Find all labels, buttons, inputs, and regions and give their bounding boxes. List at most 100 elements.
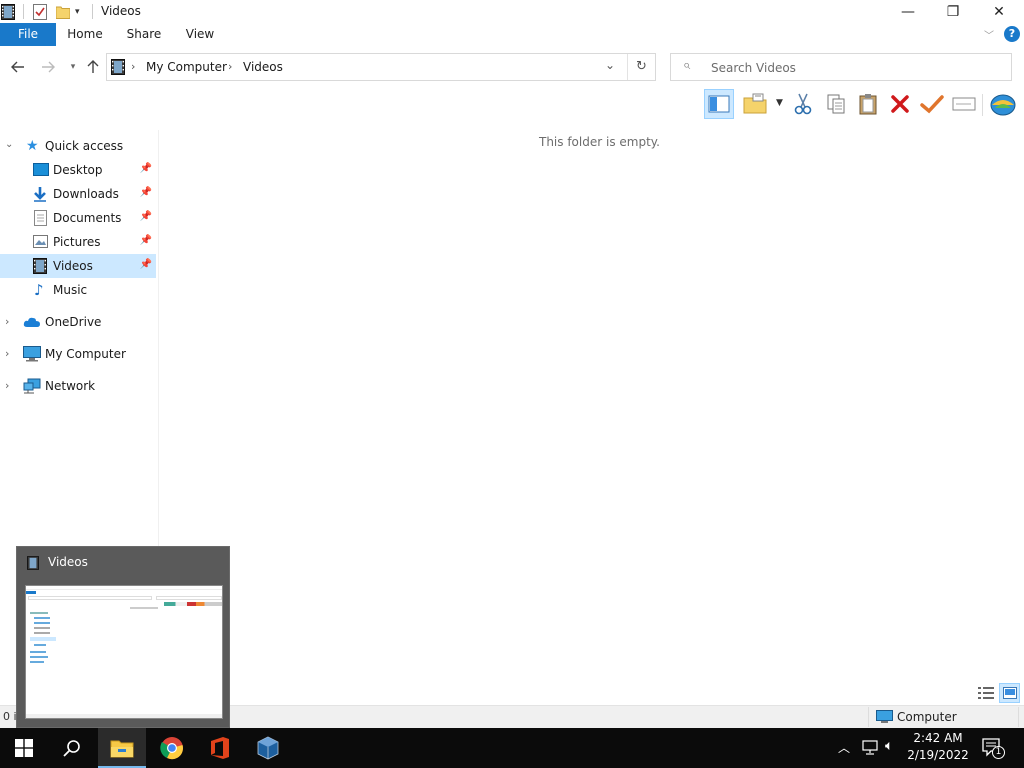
pin-icon[interactable]: 📌: [140, 259, 152, 270]
volume-icon[interactable]: 🔈︎: [885, 738, 893, 754]
address-dropdown-icon[interactable]: ⌄: [605, 58, 615, 72]
nav-item-downloads[interactable]: Downloads 📌: [0, 182, 156, 206]
tab-view[interactable]: View: [180, 23, 220, 46]
apply-button[interactable]: [917, 89, 947, 119]
chevron-up-icon[interactable]: ︿: [838, 739, 850, 756]
details-view-icon: [978, 687, 994, 699]
nav-quick-access[interactable]: ⌄ ★ Quick access: [0, 134, 156, 158]
rename-button[interactable]: [949, 89, 979, 119]
divider: [627, 54, 628, 80]
pin-icon[interactable]: 📌: [140, 235, 152, 246]
pin-icon[interactable]: 📌: [140, 187, 152, 198]
start-button[interactable]: [0, 728, 48, 768]
divider: [868, 707, 869, 727]
rename-icon: [952, 97, 976, 111]
forward-button[interactable]: [37, 55, 59, 79]
computer-icon: [23, 346, 41, 365]
address-bar[interactable]: › My Computer › Videos ⌄ ↻: [106, 53, 656, 81]
chevron-right-icon[interactable]: ›: [5, 347, 9, 360]
maximize-button[interactable]: ❐: [930, 0, 976, 23]
thumbnail-window-preview[interactable]: [25, 585, 223, 719]
pin-icon[interactable]: 📌: [140, 163, 152, 174]
nav-item-desktop[interactable]: Desktop 📌: [0, 158, 156, 182]
new-folder-button[interactable]: [740, 89, 770, 119]
paste-button[interactable]: [853, 89, 883, 119]
app-videos-icon[interactable]: [1, 3, 15, 20]
chevron-right-icon[interactable]: ›: [5, 315, 9, 328]
documents-icon: [34, 210, 47, 229]
customize-quick-access-icon[interactable]: ▾: [75, 3, 80, 20]
breadcrumb-separator-icon[interactable]: ›: [228, 60, 232, 73]
preview-pane-button[interactable]: [704, 89, 734, 119]
pin-icon[interactable]: 📌: [140, 211, 152, 222]
network-tray-icon[interactable]: [862, 740, 880, 759]
office-icon: [211, 737, 229, 759]
clock-date[interactable]: 2/19/2022: [905, 748, 971, 762]
nav-item-label: Desktop: [53, 163, 103, 177]
nav-item-label: Music: [53, 283, 88, 297]
nav-item-videos[interactable]: Videos 📌: [0, 254, 156, 278]
tab-share[interactable]: Share: [122, 23, 166, 46]
back-button[interactable]: [7, 55, 29, 79]
shell-properties-button[interactable]: [988, 89, 1018, 119]
nav-quick-access-label: Quick access: [45, 139, 124, 153]
music-icon: ♪: [34, 281, 44, 299]
mini-titlebar: [26, 586, 222, 590]
delete-button[interactable]: [885, 89, 915, 119]
nav-item-pictures[interactable]: Pictures 📌: [0, 230, 156, 254]
minimize-button[interactable]: —: [885, 0, 931, 23]
recent-locations-button[interactable]: ▾: [62, 55, 84, 79]
new-folder-quick-icon[interactable]: [56, 3, 70, 20]
search-button[interactable]: [48, 728, 96, 768]
network-icon: [23, 378, 41, 397]
windows-logo-icon: [15, 739, 33, 757]
chevron-right-icon[interactable]: ›: [5, 379, 9, 392]
downloads-icon: [33, 186, 47, 205]
title-bar: ▾ Videos — ❐ ✕: [0, 0, 1024, 23]
nav-item-label: Pictures: [53, 235, 101, 249]
nav-item-documents[interactable]: Documents 📌: [0, 206, 156, 230]
close-button[interactable]: ✕: [976, 0, 1022, 23]
search-icon: [63, 740, 80, 757]
tab-file[interactable]: File: [0, 23, 56, 46]
file-list-area[interactable]: [160, 120, 1024, 705]
breadcrumb-my-computer[interactable]: My Computer: [146, 60, 227, 74]
clock-time[interactable]: 2:42 AM: [905, 731, 971, 745]
properties-quick-icon[interactable]: [33, 3, 47, 20]
help-icon[interactable]: ?: [1004, 26, 1020, 42]
copy-button[interactable]: [821, 89, 851, 119]
taskbar-office[interactable]: [196, 728, 244, 768]
taskbar-chrome[interactable]: [148, 728, 196, 768]
maximize-icon: ❐: [946, 3, 960, 20]
large-icons-view-button[interactable]: [999, 683, 1020, 703]
scissors-icon: [794, 93, 812, 115]
nav-item-label: Network: [45, 379, 96, 393]
taskbar-file-explorer[interactable]: [98, 728, 146, 768]
up-arrow-icon: [87, 60, 99, 73]
close-icon: ✕: [993, 3, 1005, 20]
thumbnail-title: Videos: [48, 555, 88, 569]
tab-home[interactable]: Home: [62, 23, 108, 46]
cut-button[interactable]: [788, 89, 818, 119]
expand-ribbon-icon[interactable]: ﹀: [984, 27, 994, 42]
refresh-icon[interactable]: ↻: [636, 59, 647, 74]
up-button[interactable]: [82, 55, 104, 79]
nav-item-label: OneDrive: [45, 315, 102, 329]
taskbar-thumbnail-preview[interactable]: Videos: [16, 546, 230, 728]
command-toolbar: ▼: [690, 88, 1024, 120]
delete-x-icon: [891, 95, 909, 113]
nav-item-label: Documents: [53, 211, 122, 225]
onedrive-icon: [23, 316, 41, 331]
breadcrumb-videos[interactable]: Videos: [243, 60, 283, 74]
nav-my-computer[interactable]: › My Computer: [0, 342, 156, 366]
action-center-button[interactable]: 1: [982, 738, 1005, 761]
chevron-down-icon[interactable]: ⌄: [5, 139, 13, 150]
details-view-button[interactable]: [976, 684, 996, 702]
search-input[interactable]: ⌕ Search Videos: [670, 53, 1012, 81]
nav-onedrive[interactable]: › OneDrive: [0, 310, 156, 334]
nav-item-music[interactable]: ♪ Music: [0, 278, 156, 302]
new-folder-dropdown-icon[interactable]: ▼: [776, 98, 783, 108]
taskbar-virtualbox[interactable]: [244, 728, 292, 768]
nav-network[interactable]: › Network: [0, 374, 156, 398]
breadcrumb-separator-icon[interactable]: ›: [131, 60, 135, 73]
